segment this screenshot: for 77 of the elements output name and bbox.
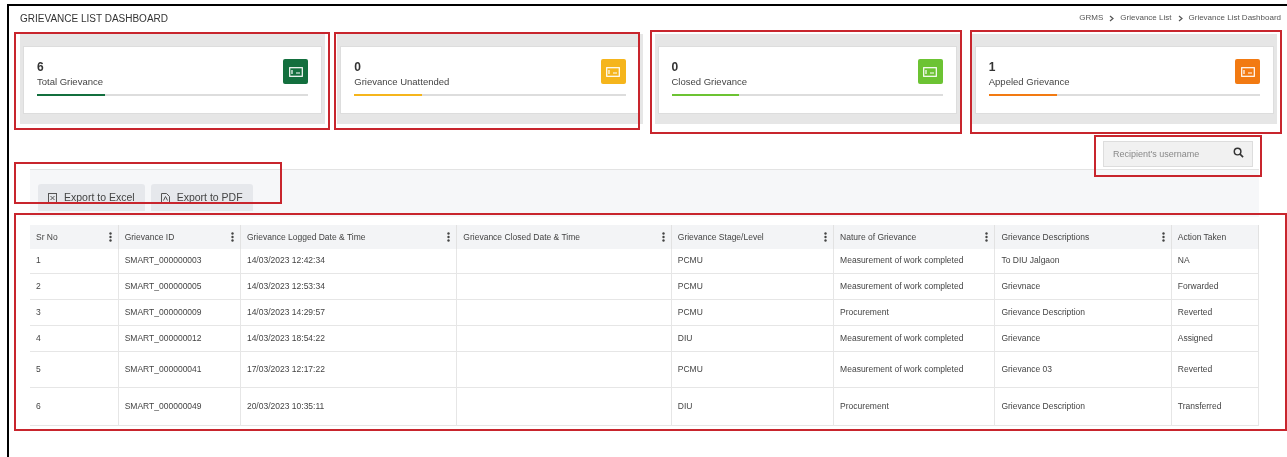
stat-label: Grievance Unattended <box>354 75 450 89</box>
table-cell: 17/03/2023 12:17:22 <box>246 363 325 374</box>
table-cell: Grievance Description <box>1001 400 1086 411</box>
table-cell: Measurement of work completed <box>840 363 964 374</box>
table-cell: 14/03/2023 12:42:34 <box>246 255 325 266</box>
stat-value: 1 <box>988 61 997 74</box>
table-cell: SMART_000000012 <box>124 332 202 343</box>
table-cell: DIU <box>677 400 693 411</box>
column-header[interactable]: Nature of Grievance <box>833 225 995 249</box>
search-icon[interactable] <box>1233 147 1244 158</box>
chevron-icon <box>1109 14 1115 22</box>
column-header[interactable]: Grievance Logged Date & Time <box>240 225 457 249</box>
table-cell: Grievance <box>1001 332 1041 343</box>
search-field[interactable]: Recipient's username <box>1103 141 1253 167</box>
table-cell: 2 <box>36 280 41 291</box>
table-cell: Grievance Description <box>1001 306 1086 317</box>
table-cell: Transferred <box>1177 400 1222 411</box>
column-header[interactable]: Action Taken <box>1171 225 1259 249</box>
more-icon[interactable] <box>985 232 989 242</box>
table-cell: Reverted <box>1177 363 1213 374</box>
table-cell: 5 <box>36 363 41 374</box>
table-cell: PCMU <box>677 363 703 374</box>
table-cell: Forwarded <box>1177 280 1219 291</box>
table-cell: 20/03/2023 10:35:11 <box>246 400 325 411</box>
table-cell: 14/03/2023 18:54:22 <box>246 332 325 343</box>
stat-value: 6 <box>37 61 45 74</box>
export-button[interactable]: Export to Excel <box>38 184 145 211</box>
table-cell: SMART_000000049 <box>124 400 202 411</box>
table-cell: 6 <box>36 400 41 411</box>
table-cell: Reverted <box>1177 306 1213 317</box>
stat-value: 0 <box>354 61 362 74</box>
stat-label: Closed Grievance <box>671 75 747 89</box>
more-icon[interactable] <box>108 232 112 242</box>
table-cell: Grievnace <box>1001 280 1041 291</box>
table-cell: To DIU Jalgaon <box>1001 255 1060 266</box>
table-cell: SMART_000000041 <box>124 363 202 374</box>
table-cell: Procurement <box>840 306 889 317</box>
column-header[interactable]: Grievance ID <box>118 225 241 249</box>
spreadsheet-file-icon <box>48 192 57 203</box>
table-cell: 4 <box>36 332 41 343</box>
more-icon[interactable] <box>447 232 451 242</box>
stat-value: 0 <box>671 61 680 74</box>
table-cell: Assigned <box>1177 332 1213 343</box>
table-cell: Grievance 03 <box>1001 363 1052 374</box>
page-title: GRIEVANCE LIST DASHBOARD <box>20 11 168 26</box>
table-cell: 14/03/2023 12:53:34 <box>246 280 325 291</box>
table-cell: Measurement of work completed <box>840 332 964 343</box>
table-cell: PCMU <box>677 255 703 266</box>
table-cell: 14/03/2023 14:29:57 <box>246 306 325 317</box>
more-icon[interactable] <box>230 232 234 242</box>
more-icon[interactable] <box>824 232 828 242</box>
table-cell: Measurement of work completed <box>840 280 964 291</box>
column-header[interactable]: Sr No <box>30 225 119 249</box>
table-cell: DIU <box>677 332 693 343</box>
document-file-icon <box>160 192 170 203</box>
stat-label: Appeled Grievance <box>988 75 1070 89</box>
table-cell: Procurement <box>840 400 889 411</box>
table-cell: SMART_000000003 <box>124 255 202 266</box>
column-header[interactable]: Grievance Closed Date & Time <box>456 225 672 249</box>
column-header[interactable]: Grievance Stage/Level <box>671 225 834 249</box>
breadcrumb-link[interactable]: Grievance List <box>1120 12 1172 24</box>
breadcrumb-link[interactable]: Grievance List Dashboard <box>1188 12 1281 24</box>
chevron-icon <box>1177 14 1183 22</box>
table-cell: 3 <box>36 306 41 317</box>
export-button[interactable]: Export to PDF <box>150 184 253 211</box>
table-cell: SMART_000000005 <box>124 280 202 291</box>
table-cell: Measurement of work completed <box>840 255 964 266</box>
column-header[interactable]: Grievance Descriptions <box>994 225 1172 249</box>
breadcrumb-link[interactable]: GRMS <box>1079 12 1104 24</box>
more-icon[interactable] <box>661 232 665 242</box>
table-cell: SMART_000000009 <box>124 306 202 317</box>
stat-label: Total Grievance <box>37 75 103 89</box>
more-icon[interactable] <box>1161 232 1165 242</box>
table-cell: 1 <box>36 255 41 266</box>
table-cell: NA <box>1177 255 1190 266</box>
table-cell: PCMU <box>677 306 703 317</box>
table-cell: PCMU <box>677 280 703 291</box>
